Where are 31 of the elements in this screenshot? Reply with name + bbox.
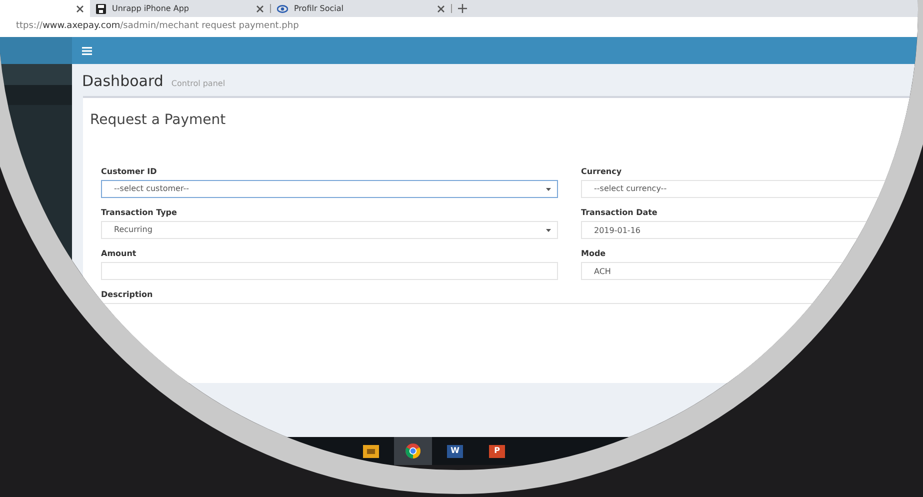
powerpoint-icon: P [489, 444, 505, 458]
taskbar-button[interactable]: W [436, 437, 474, 465]
field-label: Customer ID [101, 166, 157, 178]
page-title: Dashboard [82, 71, 164, 92]
taskbar-button[interactable]: P [478, 437, 516, 465]
caret-icon [546, 188, 551, 190]
browser-tab[interactable]: Profilr Social [271, 0, 451, 17]
field-label: Description [101, 289, 153, 301]
new-tab-icon[interactable] [458, 4, 467, 13]
close-icon[interactable] [256, 4, 264, 12]
close-icon[interactable] [437, 4, 445, 12]
form-title: Request a Payment [90, 111, 227, 130]
field-label: Mode [581, 248, 606, 260]
caret-icon [546, 228, 551, 232]
browser-tab[interactable]: Unrapp iPhone App [90, 0, 270, 17]
field-label: Amount [101, 248, 136, 260]
select-field[interactable]: Recurring [101, 221, 558, 239]
close-icon[interactable] [76, 4, 84, 12]
browser-icon [405, 443, 421, 459]
menu-icon[interactable] [82, 46, 92, 54]
app-tile-icon [363, 444, 379, 458]
taskbar-button[interactable] [394, 437, 432, 465]
field-label: Currency [581, 166, 622, 178]
logo-area [0, 37, 72, 64]
eye-icon [277, 4, 288, 12]
select-field[interactable]: --select customer-- [101, 180, 558, 198]
field-label: Transaction Date [581, 207, 658, 219]
input-field[interactable] [101, 262, 558, 280]
field-label: Transaction Type [101, 207, 177, 219]
page-subtitle: Control panel [171, 78, 226, 90]
word-icon: W [447, 444, 463, 458]
